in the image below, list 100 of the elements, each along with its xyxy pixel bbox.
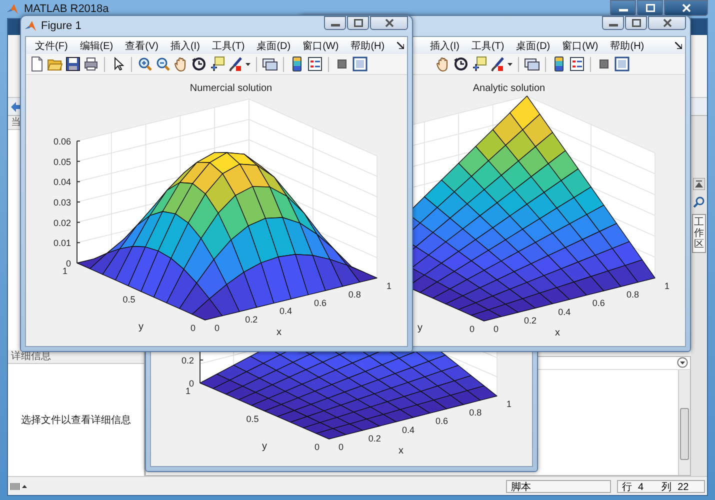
workspace-tab[interactable]: 工作区 <box>692 214 706 253</box>
tick-label: 0 <box>470 324 474 334</box>
brush-icon[interactable] <box>489 56 505 72</box>
menu-item[interactable]: 桌面(D) <box>252 38 296 52</box>
file-type-field: 脚本 <box>506 480 611 492</box>
menu-item[interactable]: 查看(V) <box>120 38 164 52</box>
menu-item[interactable]: 窗口(W) <box>298 38 344 52</box>
panel-icon[interactable] <box>614 56 630 72</box>
data-cursor-icon[interactable] <box>209 56 225 72</box>
tick-label: 0.8 <box>469 408 482 418</box>
rotate-icon[interactable] <box>191 56 207 72</box>
minimize-button[interactable] <box>324 16 346 30</box>
brush-icon[interactable] <box>227 56 243 72</box>
minimize-button[interactable] <box>610 0 636 16</box>
legend-icon[interactable] <box>569 56 585 72</box>
menu-item[interactable]: 帮助(H) <box>605 38 650 52</box>
maximize-icon <box>354 19 362 27</box>
row-label: 行 <box>622 480 632 492</box>
axis-label: x <box>555 328 560 338</box>
tick-label: 0 <box>314 442 320 452</box>
tick-label: 0.2 <box>245 314 258 325</box>
axis-label: y <box>262 441 267 452</box>
zoom-out-icon[interactable] <box>155 56 171 72</box>
tick-label: 0.04 <box>53 177 71 188</box>
tick-label: 0.6 <box>314 298 326 308</box>
close-button[interactable] <box>370 16 408 30</box>
save-icon[interactable] <box>65 56 81 72</box>
scrollbar[interactable] <box>678 370 690 475</box>
menu-item[interactable]: 帮助(H) <box>346 38 390 52</box>
data-cursor-icon[interactable] <box>471 56 487 72</box>
new-file-icon[interactable] <box>29 56 45 72</box>
close-icon <box>662 19 672 27</box>
tick-label: 0.02 <box>53 218 71 228</box>
row-value: 4 <box>638 480 644 492</box>
tick-label: 0 <box>190 323 196 333</box>
tick-label: 0.8 <box>348 289 361 300</box>
tick-label: 1 <box>664 281 670 291</box>
tick-label: 0.5 <box>122 294 136 304</box>
menu-item[interactable]: 工具(T) <box>206 38 250 52</box>
tick-label: 1 <box>62 266 68 276</box>
zoom-in-icon[interactable] <box>137 56 153 72</box>
collapse-icon[interactable] <box>693 178 705 190</box>
axis-label: y <box>418 322 422 334</box>
tick-label: 0.2 <box>368 433 381 444</box>
tick-label: 0.4 <box>558 306 571 317</box>
layout-icon[interactable] <box>10 482 28 490</box>
link-plot-icon[interactable] <box>262 56 278 72</box>
axis-label: x <box>276 327 282 338</box>
panel-icon[interactable] <box>352 56 368 72</box>
tick-label: 0.8 <box>626 290 640 300</box>
tick-label: 0.06 <box>53 136 71 147</box>
tick-label: 0.4 <box>402 424 414 435</box>
plot-title: Numercial solution <box>190 83 272 94</box>
link-plot-icon[interactable] <box>524 56 540 72</box>
tick-label: 0.03 <box>53 198 71 208</box>
tick-label: 0 <box>494 324 498 334</box>
menu-item[interactable]: 工具(T) <box>466 38 510 52</box>
legend-icon[interactable] <box>307 56 323 72</box>
tick-label: 1 <box>186 386 190 396</box>
tick-label: 0 <box>214 323 220 333</box>
tick-label: 0 <box>66 258 71 268</box>
close-button[interactable] <box>664 0 708 16</box>
menu-item[interactable]: 文件(F) <box>30 38 73 52</box>
dock-arrow-icon[interactable] <box>675 42 682 49</box>
window-title: Figure 1 <box>41 20 82 32</box>
menu-item[interactable]: 编辑(E) <box>74 38 118 52</box>
tick-label: 0.01 <box>53 238 71 248</box>
printer-icon[interactable] <box>83 56 99 72</box>
dropdown-icon[interactable] <box>677 357 688 368</box>
column-value: 22 <box>678 480 689 492</box>
plot-title: Analytic solution <box>472 83 546 94</box>
search-icon[interactable] <box>693 196 705 208</box>
minimize-button[interactable] <box>602 16 624 30</box>
close-icon <box>682 4 690 12</box>
axis-label: y <box>138 322 144 332</box>
menu-item[interactable]: 窗口(W) <box>557 38 604 52</box>
window-title: MATLAB R2018a <box>24 3 109 15</box>
menu-item[interactable]: 桌面(D) <box>511 38 556 52</box>
tick-label: 0.2 <box>524 315 536 326</box>
tick-label: 0.05 <box>53 156 71 167</box>
menu-item[interactable]: 插入(I) <box>165 38 205 52</box>
close-icon <box>384 19 394 27</box>
menu-item[interactable]: 插入(I) <box>425 38 464 52</box>
tick-label: 0.4 <box>280 306 292 316</box>
dock-arrow-icon[interactable] <box>397 42 404 49</box>
close-button[interactable] <box>648 16 686 30</box>
details-message: 选择文件以查看详细信息 <box>21 414 131 427</box>
tick-label: 0.6 <box>592 298 605 308</box>
rotate-icon[interactable] <box>453 56 469 72</box>
tick-label: 1 <box>386 281 392 291</box>
tick-label: 0.5 <box>246 414 259 424</box>
tick-label: 0 <box>338 442 344 452</box>
peak-logo-icon <box>25 20 37 32</box>
tick-label: 1 <box>506 399 512 409</box>
maximize-button[interactable] <box>625 16 647 30</box>
axis-label: x <box>398 446 404 456</box>
tick-label: 0 <box>188 378 194 388</box>
maximize-button[interactable] <box>637 0 663 16</box>
maximize-button[interactable] <box>347 16 369 30</box>
tick-label: 0.2 <box>181 356 194 366</box>
